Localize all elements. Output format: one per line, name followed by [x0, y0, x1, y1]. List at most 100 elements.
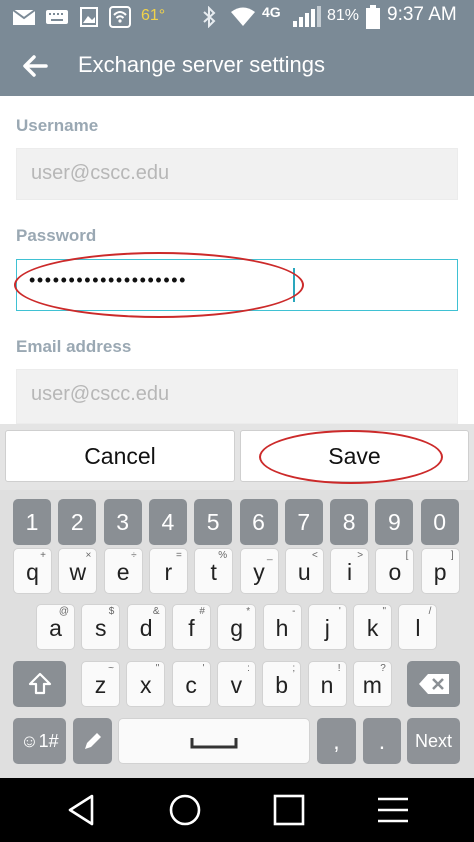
key-u[interactable]: u < — [284, 548, 324, 594]
key-q[interactable]: q + — [13, 548, 52, 594]
key-label: 8 — [342, 509, 356, 535]
key-y[interactable]: y _ — [239, 548, 279, 594]
key-v[interactable]: v: — [216, 661, 256, 707]
key-label: n — [320, 672, 334, 698]
key-label: 7 — [297, 509, 311, 535]
key-h[interactable]: h- — [262, 604, 302, 650]
pen-icon — [84, 733, 101, 749]
key-label: s — [95, 615, 107, 641]
number-key-6[interactable]: 6 — [239, 499, 278, 545]
key-label: 2 — [70, 509, 84, 535]
key-a[interactable]: a @ — [36, 604, 75, 650]
key-p[interactable]: p] — [420, 548, 460, 594]
email-placeholder: user@cscc.edu — [31, 383, 170, 405]
key-x[interactable]: x " — [126, 661, 166, 707]
text-cursor — [293, 268, 295, 302]
spacebar-key[interactable] — [118, 718, 310, 764]
network-type-text: 4G — [262, 4, 281, 20]
number-key-7[interactable]: 7 — [284, 499, 323, 545]
key-label: e — [116, 559, 130, 585]
key-label: f — [188, 615, 195, 641]
key-s[interactable]: s $ — [81, 604, 121, 650]
key-label: l — [415, 615, 421, 641]
key-k[interactable]: k " — [353, 604, 393, 650]
key-secondary-symbol: ; — [292, 663, 296, 674]
key-secondary-symbol: < — [311, 550, 318, 561]
clock-text: 9:37 AM — [387, 4, 457, 25]
number-key-2[interactable]: 2 — [58, 499, 97, 545]
key-l[interactable]: l / — [398, 604, 438, 650]
handwriting-key[interactable] — [73, 718, 112, 764]
key-label: 0 — [433, 509, 447, 535]
key-z[interactable]: z ~ — [81, 661, 120, 707]
bluetooth-icon — [203, 6, 216, 28]
key-label: k — [366, 615, 379, 641]
back-triangle-icon[interactable] — [64, 792, 100, 828]
key-label: p — [433, 559, 447, 585]
menu-icon[interactable] — [375, 792, 411, 828]
email-address-label: Email address — [16, 337, 132, 356]
recents-square-icon[interactable] — [271, 792, 307, 828]
key-secondary-symbol: [ — [405, 550, 409, 561]
number-key-8[interactable]: 8 — [330, 499, 369, 545]
key-secondary-symbol: ~ — [108, 663, 114, 674]
key-secondary-symbol: & — [152, 606, 160, 617]
key-w[interactable]: w × — [58, 548, 98, 594]
key-label: x — [140, 672, 152, 698]
action-row: Cancel Save — [0, 424, 474, 490]
username-placeholder: user@cscc.edu — [31, 162, 170, 184]
key-r[interactable]: r = — [148, 548, 188, 594]
key-c[interactable]: c ' — [171, 661, 211, 707]
number-key-1[interactable]: 1 — [13, 499, 51, 545]
key-o[interactable]: o[ — [375, 548, 415, 594]
wifi-signal-icon — [231, 7, 255, 26]
comma-key[interactable]: , — [317, 718, 356, 764]
keyboard-icon — [46, 10, 68, 24]
save-button[interactable]: Save — [240, 430, 469, 482]
home-circle-icon[interactable] — [167, 792, 203, 828]
key-label: 9 — [387, 509, 401, 535]
next-key[interactable]: Next — [407, 718, 460, 764]
number-key-3[interactable]: 3 — [103, 499, 142, 545]
number-key-4[interactable]: 4 — [148, 499, 187, 545]
number-key-5[interactable]: 5 — [194, 499, 233, 545]
number-key-9[interactable]: 9 — [375, 499, 414, 545]
arrow-left-icon[interactable] — [20, 50, 52, 82]
app-bar: Exchange server settings — [0, 34, 474, 96]
period-key[interactable]: . — [363, 718, 401, 764]
key-b[interactable]: b; — [262, 661, 302, 707]
key-label: v — [230, 672, 243, 698]
key-label: g — [230, 615, 244, 641]
key-i[interactable]: i > — [330, 548, 370, 594]
cancel-button[interactable]: Cancel — [5, 430, 235, 482]
key-secondary-symbol: : — [247, 663, 250, 674]
key-label: o — [388, 559, 402, 585]
password-value: •••••••••••••••••••• — [29, 270, 188, 290]
key-t[interactable]: t% — [194, 548, 234, 594]
key-f[interactable]: f # — [171, 604, 211, 650]
key-secondary-symbol: / — [428, 606, 432, 617]
delete-key[interactable] — [407, 661, 460, 707]
key-secondary-symbol: > — [357, 550, 364, 561]
key-m[interactable]: m? — [352, 661, 392, 707]
number-key-0[interactable]: 0 — [420, 499, 459, 545]
key-d[interactable]: d & — [126, 604, 166, 650]
key-label: w — [69, 559, 87, 585]
key-label: j — [324, 615, 330, 641]
key-g[interactable]: g * — [217, 604, 257, 650]
email-icon — [12, 9, 36, 25]
key-label: 6 — [252, 509, 265, 535]
temperature-text: 61° — [141, 7, 166, 24]
key-secondary-symbol: ' — [202, 663, 205, 674]
shift-key[interactable] — [13, 661, 66, 707]
key-n[interactable]: n! — [307, 661, 347, 707]
password-field[interactable]: •••••••••••••••••••• — [16, 259, 458, 311]
emoji-symbols-key[interactable]: ☺1# — [13, 718, 66, 764]
key-j[interactable]: j ' — [307, 604, 347, 650]
key-label: 3 — [116, 509, 129, 535]
key-secondary-symbol: @ — [58, 606, 69, 617]
username-field[interactable]: user@cscc.edu — [16, 148, 458, 200]
key-e[interactable]: e ÷ — [103, 548, 143, 594]
key-secondary-symbol: $ — [108, 606, 115, 617]
email-address-field[interactable]: user@cscc.edu — [16, 369, 458, 424]
